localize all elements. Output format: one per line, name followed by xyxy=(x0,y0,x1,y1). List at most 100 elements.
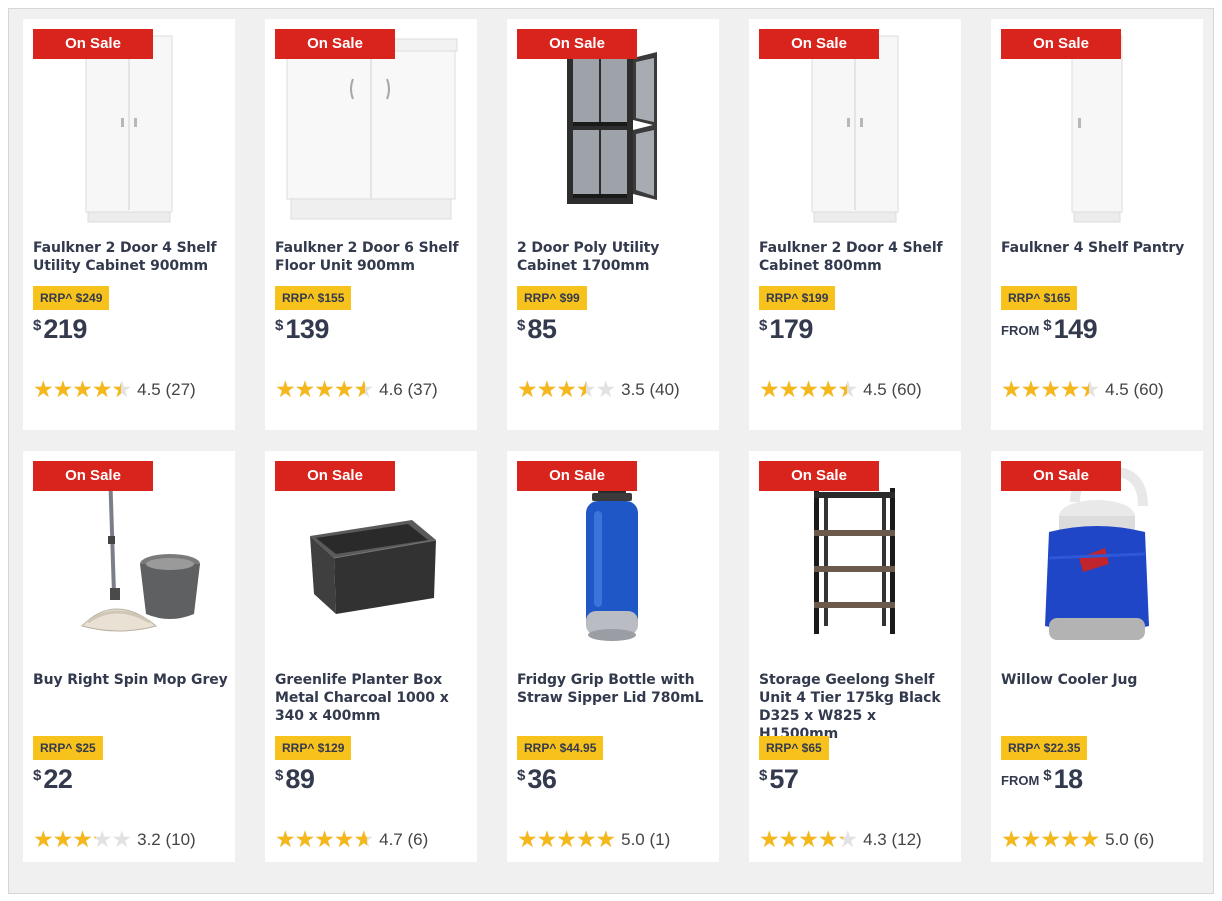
product-rating[interactable]: ★★★★★★★★★★ 3.2 (10) xyxy=(33,828,196,852)
rrp-badge: RRP^ $155 xyxy=(275,286,352,310)
product-price: FROM $149 xyxy=(1001,314,1098,344)
product-card[interactable]: On Sale Fridgy Grip Bottle with Straw Sip… xyxy=(507,451,719,862)
product-rating[interactable]: ★★★★★ ★★★★★ 4.6 (37) xyxy=(275,378,438,402)
rating-text: 4.3 (12) xyxy=(863,830,922,849)
star-rating-icon: ★★★★★★★★★★ xyxy=(759,827,858,853)
price-amount: 149 xyxy=(1053,314,1098,344)
star-rating-icon: ★★★★★★★★★★ xyxy=(33,827,132,853)
product-image[interactable] xyxy=(507,461,719,661)
product-image[interactable] xyxy=(507,29,719,229)
spin-mop-icon xyxy=(44,466,214,656)
rating-text: 4.5 (60) xyxy=(863,380,922,399)
product-title[interactable]: Buy Right Spin Mop Grey xyxy=(33,671,229,689)
product-image[interactable] xyxy=(23,461,235,661)
price-amount: 85 xyxy=(527,314,557,344)
product-card[interactable]: On Sale 2 Door Poly Utility Cabinet 1700m… xyxy=(507,19,719,430)
rating-text: 5.0 (1) xyxy=(621,830,671,849)
rrp-badge: RRP^ $199 xyxy=(759,286,836,310)
on-sale-badge: On Sale xyxy=(517,461,637,491)
on-sale-badge: On Sale xyxy=(1001,29,1121,59)
rrp-badge: RRP^ $22.35 xyxy=(1001,736,1088,760)
rrp-badge: RRP^ $249 xyxy=(33,286,110,310)
shelf-unit-icon xyxy=(810,486,900,636)
white-tall-cabinet-icon xyxy=(809,34,901,224)
rrp-badge: RRP^ $129 xyxy=(275,736,352,760)
cooler-jug-icon xyxy=(1035,468,1159,654)
rrp-badge: RRP^ $99 xyxy=(517,286,587,310)
product-rating[interactable]: ★★★★★★★★★★ 4.5 (27) xyxy=(33,378,196,402)
product-image[interactable] xyxy=(749,461,961,661)
star-rating-icon: ★★★★★★★★★★ xyxy=(517,377,616,403)
product-title[interactable]: Greenlife Planter Box Metal Charcoal 100… xyxy=(275,671,471,725)
product-rating[interactable]: ★★★★★★★★★★ 3.5 (40) xyxy=(517,378,680,402)
white-floor-unit-icon xyxy=(283,37,459,221)
planter-box-icon xyxy=(296,496,446,626)
star-rating-icon: ★★★★★★★★★★ xyxy=(1001,377,1100,403)
on-sale-badge: On Sale xyxy=(275,461,395,491)
star-rating-icon: ★★★★★★★★★★ xyxy=(275,377,374,403)
product-image[interactable] xyxy=(749,29,961,229)
product-card[interactable]: On Sale Faulkner 2 Door 6 Shelf Floor Uni… xyxy=(265,19,477,430)
product-image[interactable] xyxy=(265,29,477,229)
rating-text: 4.7 (6) xyxy=(379,830,429,849)
product-card[interactable]: On Sale Storage Geelong Shelf Unit 4 Tier… xyxy=(749,451,961,862)
rating-text: 4.5 (60) xyxy=(1105,380,1164,399)
product-title[interactable]: Fridgy Grip Bottle with Straw Sipper Lid… xyxy=(517,671,713,707)
product-card[interactable]: On Sale Faulkner 2 Door 4 Shelf Utility C… xyxy=(23,19,235,430)
price-currency: $ xyxy=(275,317,284,334)
product-price: $36 xyxy=(517,764,557,794)
on-sale-badge: On Sale xyxy=(759,461,879,491)
rating-text: 3.2 (10) xyxy=(137,830,196,849)
product-rating[interactable]: ★★★★★ ★★★★★ 5.0 (1) xyxy=(517,828,670,852)
price-currency: $ xyxy=(275,767,284,784)
rrp-badge: RRP^ $65 xyxy=(759,736,829,760)
star-rating-icon: ★★★★★★★★★★ xyxy=(275,827,374,853)
product-rating[interactable]: ★★★★★★★★★★ 4.5 (60) xyxy=(1001,378,1164,402)
product-rating[interactable]: ★★★★★ ★★★★★ 5.0 (6) xyxy=(1001,828,1154,852)
product-rating[interactable]: ★★★★★ ★★★★★ 4.7 (6) xyxy=(275,828,428,852)
on-sale-badge: On Sale xyxy=(33,29,153,59)
product-title[interactable]: Faulkner 4 Shelf Pantry xyxy=(1001,239,1197,257)
water-bottle-icon xyxy=(578,471,648,651)
product-card[interactable]: On Sale Greenlife Planter Box Metal Charc… xyxy=(265,451,477,862)
price-from-label: FROM xyxy=(1001,323,1040,338)
product-title[interactable]: Faulkner 2 Door 4 Shelf Utility Cabinet … xyxy=(33,239,229,275)
product-price: $89 xyxy=(275,764,315,794)
rrp-badge: RRP^ $25 xyxy=(33,736,103,760)
product-price: FROM $18 xyxy=(1001,764,1083,794)
rating-text: 3.5 (40) xyxy=(621,380,680,399)
price-amount: 219 xyxy=(43,314,87,344)
product-image[interactable] xyxy=(991,29,1203,229)
price-currency: $ xyxy=(517,767,526,784)
price-from-label: FROM xyxy=(1001,773,1040,788)
white-tall-cabinet-icon xyxy=(83,34,175,224)
poly-cabinet-icon xyxy=(565,50,661,208)
on-sale-badge: On Sale xyxy=(275,29,395,59)
product-card[interactable]: On Sale Faulkner 4 Shelf Pantry RRP^ $165 F… xyxy=(991,19,1203,430)
rrp-badge: RRP^ $165 xyxy=(1001,286,1078,310)
price-amount: 18 xyxy=(1053,764,1084,794)
price-amount: 139 xyxy=(285,314,329,344)
product-price: $219 xyxy=(33,314,87,344)
rating-text: 4.5 (27) xyxy=(137,380,196,399)
product-card[interactable]: On Sale Buy Right Spin Mop Grey RRP^ $25 $2… xyxy=(23,451,235,862)
product-title[interactable]: Faulkner 2 Door 4 Shelf Cabinet 800mm xyxy=(759,239,955,275)
product-title[interactable]: Willow Cooler Jug xyxy=(1001,671,1197,689)
product-price: $22 xyxy=(33,764,73,794)
product-card[interactable]: On Sale Faulkner 2 Door 4 Shelf Cabinet 8… xyxy=(749,19,961,430)
product-image[interactable] xyxy=(265,461,477,661)
on-sale-badge: On Sale xyxy=(759,29,879,59)
star-rating-icon: ★★★★★★★★★★ xyxy=(1001,827,1100,853)
price-currency: $ xyxy=(33,767,42,784)
product-title[interactable]: Faulkner 2 Door 6 Shelf Floor Unit 900mm xyxy=(275,239,471,275)
on-sale-badge: On Sale xyxy=(517,29,637,59)
price-amount: 36 xyxy=(527,764,557,794)
price-currency: $ xyxy=(1043,767,1052,784)
product-title[interactable]: Storage Geelong Shelf Unit 4 Tier 175kg … xyxy=(759,671,955,743)
product-image[interactable] xyxy=(991,461,1203,661)
product-rating[interactable]: ★★★★★★★★★★ 4.5 (60) xyxy=(759,378,922,402)
product-card[interactable]: On Sale Willow Cooler Jug RRP^ $22.35 FROM $… xyxy=(991,451,1203,862)
product-title[interactable]: 2 Door Poly Utility Cabinet 1700mm xyxy=(517,239,713,275)
product-image[interactable] xyxy=(23,29,235,229)
product-rating[interactable]: ★★★★★★★★★★ 4.3 (12) xyxy=(759,828,922,852)
